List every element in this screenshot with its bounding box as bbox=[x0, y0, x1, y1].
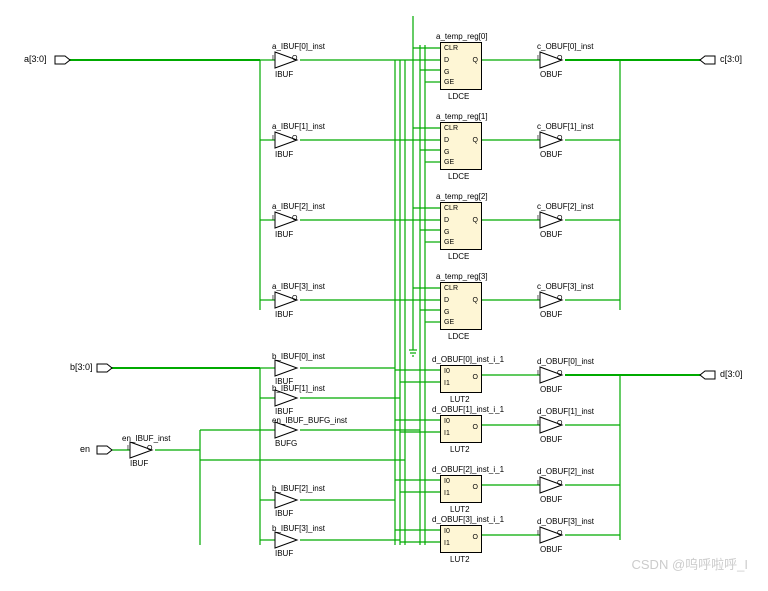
inst-obuf-d0: d_OBUF[0]_inst bbox=[537, 357, 594, 366]
inst-lut-d1: d_OBUF[1]_inst_i_1 bbox=[432, 405, 504, 414]
inst-obuf-c2: c_OBUF[2]_inst bbox=[537, 202, 593, 211]
type-a-ibuf3: IBUF bbox=[275, 310, 293, 319]
port-b: b[3:0] bbox=[70, 362, 93, 372]
inst-obuf-c3: c_OBUF[3]_inst bbox=[537, 282, 593, 291]
latch-reg0: CLR D Q G GE bbox=[440, 42, 482, 90]
lut-d1: I0 I1 O bbox=[440, 415, 482, 443]
inst-obuf-d3: d_OBUF[3]_inst bbox=[537, 517, 594, 526]
port-c: c[3:0] bbox=[720, 54, 742, 64]
type-obuf-c1: OBUF bbox=[540, 150, 562, 159]
inst-reg3: a_temp_reg[3] bbox=[436, 272, 488, 281]
inst-a-ibuf3: a_IBUF[3]_inst bbox=[272, 282, 325, 291]
inst-a-ibuf1: a_IBUF[1]_inst bbox=[272, 122, 325, 131]
lut-d3: I0 I1 O bbox=[440, 525, 482, 553]
inst-en-ibuf: en_IBUF_inst bbox=[122, 434, 170, 443]
type-obuf-d3: OBUF bbox=[540, 545, 562, 554]
type-obuf-c3: OBUF bbox=[540, 310, 562, 319]
latch-reg2: CLR D Q G GE bbox=[440, 202, 482, 250]
latch-reg1: CLR D Q G GE bbox=[440, 122, 482, 170]
inst-lut-d0: d_OBUF[0]_inst_i_1 bbox=[432, 355, 504, 364]
type-bufg: BUFG bbox=[275, 439, 297, 448]
inst-reg0: a_temp_reg[0] bbox=[436, 32, 488, 41]
inst-bufg: en_IBUF_BUFG_inst bbox=[272, 416, 347, 425]
type-b-ibuf1: IBUF bbox=[275, 407, 293, 416]
inst-b-ibuf0: b_IBUF[0]_inst bbox=[272, 352, 325, 361]
lut-d0: I0 I1 O bbox=[440, 365, 482, 393]
port-en: en bbox=[80, 444, 90, 454]
inst-obuf-c1: c_OBUF[1]_inst bbox=[537, 122, 593, 131]
type-reg3: LDCE bbox=[448, 332, 469, 341]
inst-lut-d3: d_OBUF[3]_inst_i_1 bbox=[432, 515, 504, 524]
type-obuf-d1: OBUF bbox=[540, 435, 562, 444]
inst-obuf-c0: c_OBUF[0]_inst bbox=[537, 42, 593, 51]
type-reg2: LDCE bbox=[448, 252, 469, 261]
watermark: CSDN @呜呼啦呼_I bbox=[632, 554, 749, 573]
inst-a-ibuf2: a_IBUF[2]_inst bbox=[272, 202, 325, 211]
type-lut-d1: LUT2 bbox=[450, 445, 470, 454]
type-a-ibuf0: IBUF bbox=[275, 70, 293, 79]
type-reg1: LDCE bbox=[448, 172, 469, 181]
lut-d2: I0 I1 O bbox=[440, 475, 482, 503]
type-a-ibuf2: IBUF bbox=[275, 230, 293, 239]
type-a-ibuf1: IBUF bbox=[275, 150, 293, 159]
type-obuf-d2: OBUF bbox=[540, 495, 562, 504]
inst-b-ibuf2: b_IBUF[2]_inst bbox=[272, 484, 325, 493]
type-reg0: LDCE bbox=[448, 92, 469, 101]
type-lut-d0: LUT2 bbox=[450, 395, 470, 404]
type-obuf-c2: OBUF bbox=[540, 230, 562, 239]
latch-reg3: CLR D Q G GE bbox=[440, 282, 482, 330]
inst-b-ibuf1: b_IBUF[1]_inst bbox=[272, 384, 325, 393]
inst-obuf-d2: d_OBUF[2]_inst bbox=[537, 467, 594, 476]
inst-a-ibuf0: a_IBUF[0]_inst bbox=[272, 42, 325, 51]
type-lut-d2: LUT2 bbox=[450, 505, 470, 514]
port-a: a[3:0] bbox=[24, 54, 47, 64]
inst-obuf-d1: d_OBUF[1]_inst bbox=[537, 407, 594, 416]
type-lut-d3: LUT2 bbox=[450, 555, 470, 564]
port-d: d[3:0] bbox=[720, 369, 743, 379]
inst-b-ibuf3: b_IBUF[3]_inst bbox=[272, 524, 325, 533]
type-obuf-c0: OBUF bbox=[540, 70, 562, 79]
type-en-ibuf: IBUF bbox=[130, 459, 148, 468]
inst-reg2: a_temp_reg[2] bbox=[436, 192, 488, 201]
type-b-ibuf2: IBUF bbox=[275, 509, 293, 518]
inst-reg1: a_temp_reg[1] bbox=[436, 112, 488, 121]
schematic-wires bbox=[0, 0, 768, 591]
inst-lut-d2: d_OBUF[2]_inst_i_1 bbox=[432, 465, 504, 474]
type-b-ibuf3: IBUF bbox=[275, 549, 293, 558]
type-obuf-d0: OBUF bbox=[540, 385, 562, 394]
